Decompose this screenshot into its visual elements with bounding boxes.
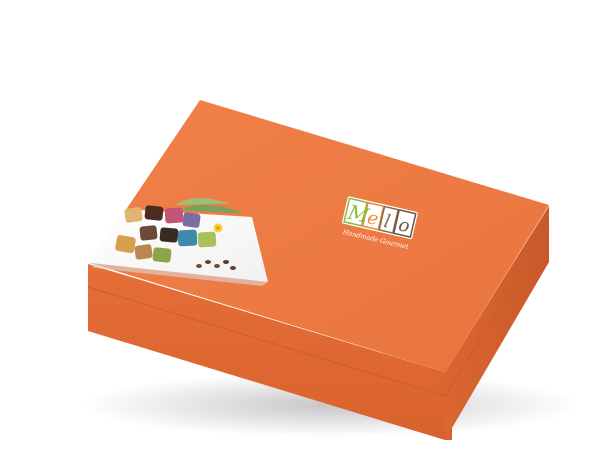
- sweet-piece: [197, 231, 217, 248]
- nut: [214, 264, 220, 268]
- sweet-piece: [134, 244, 153, 260]
- nut: [205, 260, 211, 264]
- sweet-piece: [177, 229, 198, 247]
- sweet-piece: [159, 227, 179, 243]
- sweet-piece: [164, 207, 184, 224]
- sweet-piece: [124, 207, 143, 223]
- flower-center: [216, 226, 220, 230]
- sweet-piece: [182, 212, 201, 228]
- nut: [223, 260, 229, 264]
- nut: [230, 266, 236, 270]
- gift-box-illustration: M e l o: [80, 100, 580, 440]
- sweet-piece: [115, 235, 136, 254]
- nut: [196, 264, 202, 268]
- sweet-piece: [144, 205, 164, 221]
- product-scene: M e l o Handmade Gourmet: [0, 0, 606, 454]
- sweet-piece: [139, 225, 158, 241]
- sweet-piece: [152, 247, 172, 263]
